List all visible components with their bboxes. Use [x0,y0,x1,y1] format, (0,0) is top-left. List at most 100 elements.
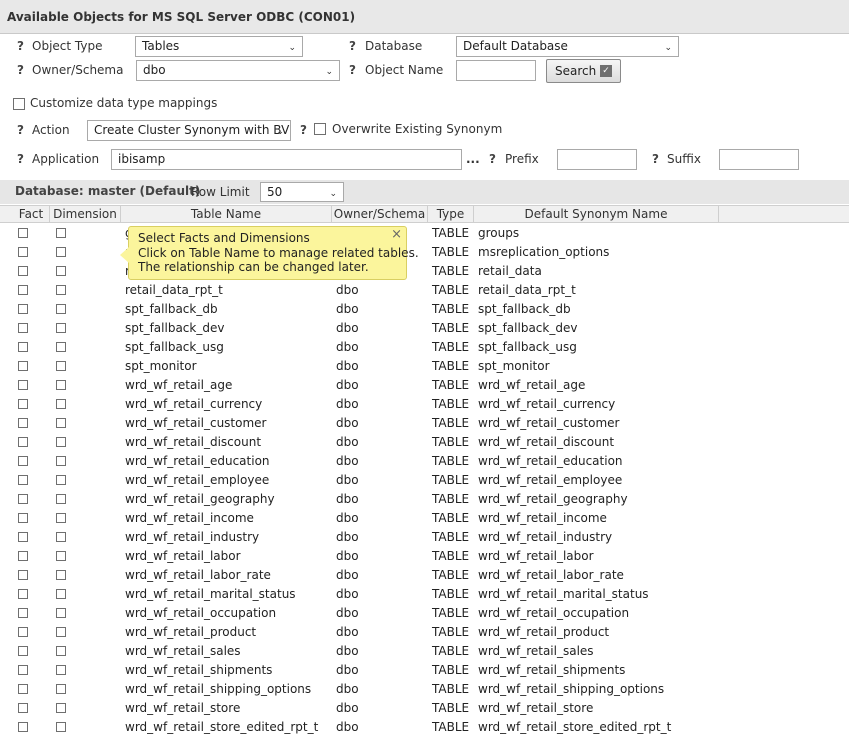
dimension-checkbox[interactable] [56,437,66,447]
col-dimension[interactable]: Dimension [50,206,121,222]
prefix-help-icon[interactable]: ? [489,152,496,166]
fact-checkbox[interactable] [18,285,28,295]
table-name-link[interactable]: wrd_wf_retail_education [125,454,270,468]
owner-schema-help-icon[interactable]: ? [17,63,24,77]
fact-checkbox[interactable] [18,627,28,637]
customize-mappings-checkbox[interactable] [13,98,25,110]
fact-checkbox[interactable] [18,399,28,409]
table-name-link[interactable]: wrd_wf_retail_income [125,511,254,525]
col-default-synonym-name[interactable]: Default Synonym Name [474,206,719,222]
suffix-input[interactable] [719,149,799,170]
dimension-checkbox[interactable] [56,247,66,257]
dimension-checkbox[interactable] [56,285,66,295]
table-name-link[interactable]: wrd_wf_retail_store_edited_rpt_t [125,720,318,734]
fact-checkbox[interactable] [18,684,28,694]
application-browse-button[interactable]: ... [466,152,480,166]
object-type-help-icon[interactable]: ? [17,39,24,53]
table-name-link[interactable]: wrd_wf_retail_labor [125,549,241,563]
fact-checkbox[interactable] [18,665,28,675]
object-name-input[interactable] [456,60,536,81]
table-name-link[interactable]: wrd_wf_retail_marital_status [125,587,296,601]
application-input[interactable]: ibisamp [111,149,462,170]
dimension-checkbox[interactable] [56,475,66,485]
table-name-link[interactable]: retail_data_rpt_t [125,283,223,297]
dimension-checkbox[interactable] [56,627,66,637]
col-owner-schema[interactable]: Owner/Schema [332,206,428,222]
fact-checkbox[interactable] [18,646,28,656]
fact-checkbox[interactable] [18,494,28,504]
overwrite-help-icon[interactable]: ? [300,123,307,137]
col-fact[interactable]: Fact [13,206,50,222]
dimension-checkbox[interactable] [56,589,66,599]
fact-checkbox[interactable] [18,342,28,352]
dimension-checkbox[interactable] [56,608,66,618]
table-name-link[interactable]: wrd_wf_retail_shipping_options [125,682,311,696]
fact-checkbox[interactable] [18,361,28,371]
object-type-select[interactable]: Tables ⌄ [135,36,303,57]
table-name-link[interactable]: wrd_wf_retail_store [125,701,240,715]
suffix-help-icon[interactable]: ? [652,152,659,166]
dimension-checkbox[interactable] [56,494,66,504]
dimension-checkbox[interactable] [56,323,66,333]
fact-checkbox[interactable] [18,513,28,523]
table-name-link[interactable]: wrd_wf_retail_employee [125,473,269,487]
close-icon[interactable]: × [391,227,402,243]
fact-checkbox[interactable] [18,570,28,580]
dimension-checkbox[interactable] [56,722,66,732]
fact-checkbox[interactable] [18,551,28,561]
table-name-link[interactable]: spt_fallback_dev [125,321,224,335]
object-name-help-icon[interactable]: ? [349,63,356,77]
table-name-link[interactable]: wrd_wf_retail_product [125,625,256,639]
dimension-checkbox[interactable] [56,361,66,371]
fact-checkbox[interactable] [18,703,28,713]
table-name-link[interactable]: spt_fallback_db [125,302,218,316]
owner-schema-select[interactable]: dbo ⌄ [136,60,340,81]
fact-checkbox[interactable] [18,532,28,542]
table-name-link[interactable]: wrd_wf_retail_sales [125,644,241,658]
database-help-icon[interactable]: ? [349,39,356,53]
table-name-link[interactable]: spt_monitor [125,359,197,373]
dimension-checkbox[interactable] [56,551,66,561]
fact-checkbox[interactable] [18,608,28,618]
table-name-link[interactable]: wrd_wf_retail_industry [125,530,259,544]
row-limit-select[interactable]: 50 ⌄ [260,182,344,202]
table-name-link[interactable]: wrd_wf_retail_geography [125,492,275,506]
overwrite-checkbox[interactable] [314,123,326,135]
dimension-checkbox[interactable] [56,684,66,694]
fact-checkbox[interactable] [18,589,28,599]
action-select[interactable]: Create Cluster Synonym with BV ⌄ [87,120,291,141]
table-name-link[interactable]: wrd_wf_retail_customer [125,416,266,430]
fact-checkbox[interactable] [18,722,28,732]
dimension-checkbox[interactable] [56,342,66,352]
fact-checkbox[interactable] [18,304,28,314]
dimension-checkbox[interactable] [56,380,66,390]
fact-checkbox[interactable] [18,418,28,428]
dimension-checkbox[interactable] [56,418,66,428]
application-help-icon[interactable]: ? [17,152,24,166]
table-name-link[interactable]: wrd_wf_retail_currency [125,397,262,411]
action-help-icon[interactable]: ? [17,123,24,137]
fact-checkbox[interactable] [18,323,28,333]
dimension-checkbox[interactable] [56,570,66,580]
database-select[interactable]: Default Database ⌄ [456,36,679,57]
dimension-checkbox[interactable] [56,456,66,466]
fact-checkbox[interactable] [18,456,28,466]
col-type[interactable]: Type [428,206,474,222]
dimension-checkbox[interactable] [56,703,66,713]
table-name-link[interactable]: wrd_wf_retail_age [125,378,232,392]
fact-checkbox[interactable] [18,247,28,257]
table-name-link[interactable]: wrd_wf_retail_labor_rate [125,568,271,582]
prefix-input[interactable] [557,149,637,170]
table-name-link[interactable]: wrd_wf_retail_shipments [125,663,272,677]
fact-checkbox[interactable] [18,228,28,238]
search-button[interactable]: Search ✓ [546,59,621,83]
fact-checkbox[interactable] [18,437,28,447]
dimension-checkbox[interactable] [56,228,66,238]
dimension-checkbox[interactable] [56,399,66,409]
dimension-checkbox[interactable] [56,665,66,675]
fact-checkbox[interactable] [18,475,28,485]
dimension-checkbox[interactable] [56,304,66,314]
dimension-checkbox[interactable] [56,532,66,542]
dimension-checkbox[interactable] [56,266,66,276]
table-name-link[interactable]: spt_fallback_usg [125,340,224,354]
